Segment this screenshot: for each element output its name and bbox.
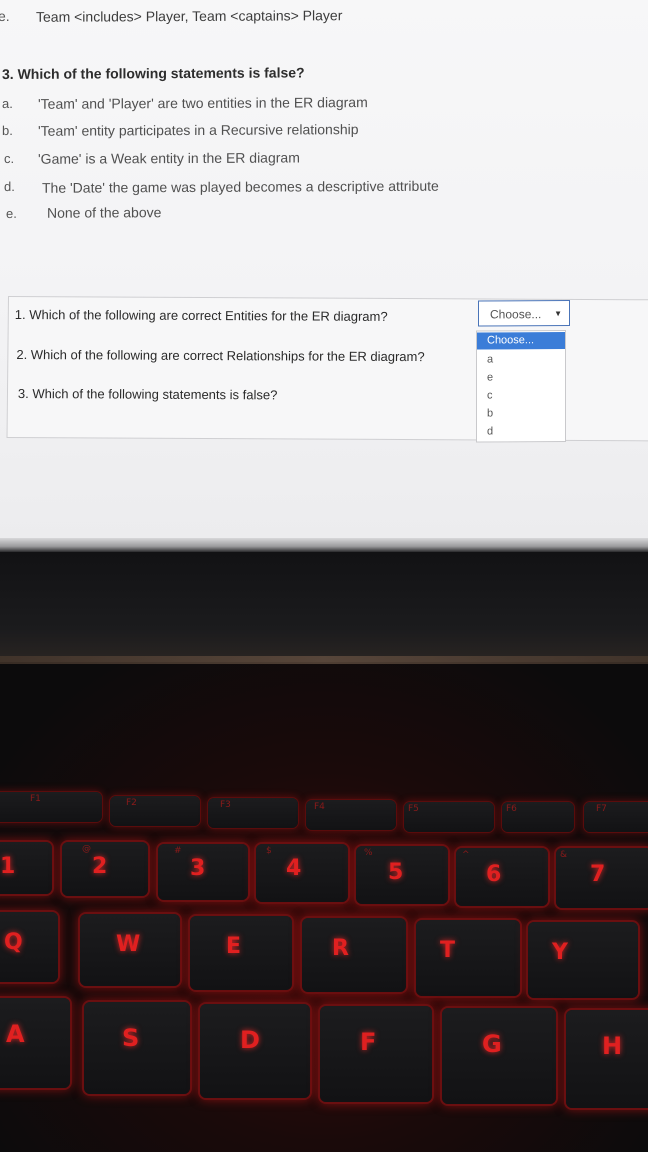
laptop-hinge — [0, 656, 648, 664]
monitor-screen: e. Team <includes> Player, Team <captain… — [0, 0, 648, 548]
option-e-letter: e. — [6, 205, 17, 221]
summary-question-2: 2. Which of the following are correct Re… — [16, 347, 425, 365]
key-5: % 5 — [356, 846, 448, 904]
prev-option-text[interactable]: Team <includes> Player, Team <captains> … — [36, 7, 342, 25]
option-a-text[interactable]: 'Team' and 'Player' are two entities in … — [38, 94, 368, 112]
option-b-letter: b. — [2, 122, 13, 138]
laptop-bezel — [0, 552, 648, 662]
key-6: ^ 6 — [456, 848, 548, 906]
key-r: R — [302, 918, 406, 992]
key-f6: F6 — [502, 802, 574, 832]
key-f4: F4 — [306, 800, 396, 830]
keyboard-deck: F1 F2 F3 F4 F5 F6 F7 1 @2 #3 $4 % 5 ^ 6 & 7… — [0, 664, 648, 1152]
key-f7: F7 — [584, 802, 648, 832]
key-3: #3 — [158, 844, 248, 900]
key-h: H — [566, 1010, 648, 1108]
key-t: T — [416, 920, 520, 996]
key-q: Q — [0, 912, 58, 982]
select-dropdown-list: Choose... a e c b d — [476, 330, 566, 443]
key-1: 1 — [0, 842, 52, 894]
key-f3: F3 — [208, 798, 298, 828]
key-g: G — [442, 1008, 556, 1104]
key-f: F — [320, 1006, 432, 1102]
key-f1: F1 — [0, 792, 102, 822]
key-f2: F2 — [110, 796, 200, 826]
caret-down-icon: ▼ — [554, 309, 562, 319]
option-c-letter: c. — [4, 150, 15, 166]
select-value: Choose... — [490, 307, 542, 322]
key-w: W — [80, 914, 180, 986]
option-a-letter: a. — [2, 95, 13, 111]
option-d-text[interactable]: The 'Date' the game was played becomes a… — [42, 178, 439, 196]
answer-select[interactable]: Choose... ▼ — [478, 300, 570, 327]
question-title: 3. Which of the following statements is … — [2, 64, 305, 82]
key-s: S — [84, 1002, 190, 1094]
key-7: & 7 — [556, 848, 648, 908]
dropdown-option-choose[interactable]: Choose... — [477, 332, 565, 350]
key-y: Y — [528, 922, 638, 998]
key-a: A — [0, 998, 70, 1088]
key-f5: F5 — [404, 802, 494, 832]
key-e: E — [190, 916, 292, 990]
option-e-text[interactable]: None of the above — [47, 204, 161, 221]
key-2: @2 — [62, 842, 148, 896]
prev-option-letter: e. — [0, 7, 10, 25]
summary-question-3: 3. Which of the following statements is … — [17, 386, 278, 403]
option-c-text[interactable]: 'Game' is a Weak entity in the ER diagra… — [38, 149, 300, 166]
option-b-text[interactable]: 'Team' entity participates in a Recursiv… — [38, 121, 359, 139]
summary-question-1: 1. Which of the following are correct En… — [14, 306, 388, 324]
screen-bottom-edge — [0, 538, 648, 552]
key-4: $4 — [256, 844, 348, 902]
option-d-letter: d. — [4, 178, 15, 194]
key-d: D — [200, 1004, 310, 1098]
